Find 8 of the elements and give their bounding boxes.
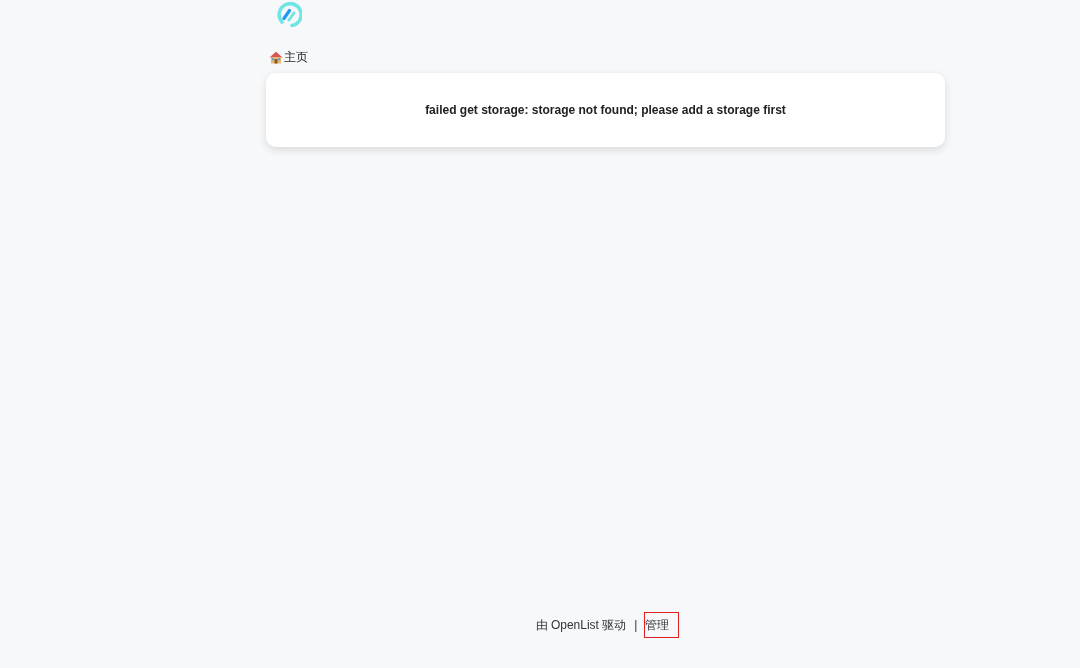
powered-by-text: 由 OpenList 驱动 bbox=[535, 617, 627, 634]
house-icon bbox=[269, 50, 283, 64]
logo-icon bbox=[276, 2, 302, 28]
separator-text: | bbox=[634, 617, 638, 634]
openlist-link[interactable]: OpenList bbox=[550, 618, 599, 632]
error-message: failed get storage: storage not found; please add a storage first bbox=[425, 102, 786, 119]
admin-link[interactable]: 管理 bbox=[644, 612, 680, 638]
breadcrumb-link[interactable]: 主页 bbox=[269, 48, 308, 66]
